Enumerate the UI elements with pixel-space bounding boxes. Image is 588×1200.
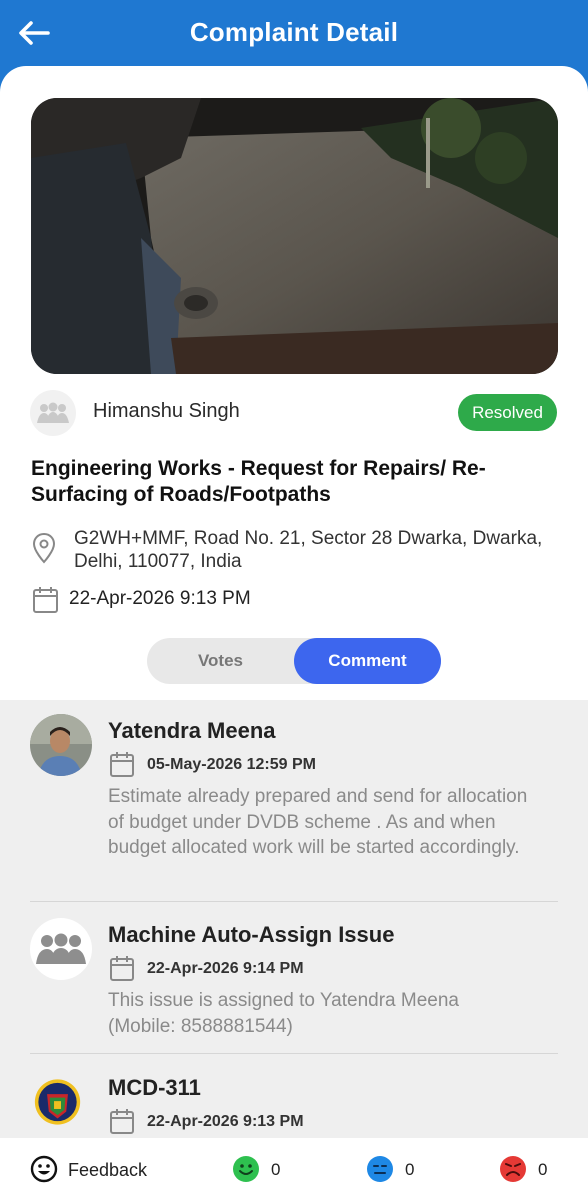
tab-votes[interactable]: Votes: [147, 638, 294, 684]
complaint-category-title: Engineering Works - Request for Repairs/…: [31, 457, 486, 506]
calendar-icon: [110, 956, 134, 981]
reporter-name: Himanshu Singh: [93, 400, 240, 422]
comment-date: 22-Apr-2026 9:13 PM: [147, 1113, 304, 1130]
calendar-icon: [110, 752, 134, 777]
sad-count: 0: [538, 1160, 548, 1179]
comment-text: This issue is assigned to Yatendra Meena…: [108, 990, 459, 1037]
calendar-icon: [110, 1109, 134, 1134]
status-badge: Resolved: [458, 394, 557, 431]
user-avatar-photo: [30, 714, 92, 776]
happy-face-icon[interactable]: [232, 1155, 260, 1183]
comment-divider: [30, 1053, 558, 1054]
comment-item: MCD-311 22-Apr-2026 9:13 PM: [30, 1071, 560, 1138]
group-avatar: [30, 918, 92, 980]
comment-date: 22-Apr-2026 9:14 PM: [147, 960, 304, 977]
comment-text: Estimate already prepared and send for a…: [108, 786, 528, 858]
location-pin-icon: [32, 532, 56, 564]
comment-author: MCD-311: [108, 1075, 201, 1100]
complaint-date: 22-Apr-2026 9:13 PM: [69, 588, 251, 609]
comment-date: 05-May-2026 12:59 PM: [147, 756, 316, 773]
comment-item: Yatendra Meena 05-May-2026 12:59 PM Esti…: [30, 714, 560, 894]
votes-comment-toggle: Votes Comment: [147, 638, 441, 684]
group-avatar-icon: [37, 402, 69, 423]
feedback-bar: Feedback 0 0 0: [0, 1138, 588, 1200]
neutral-count: 0: [405, 1160, 415, 1179]
calendar-icon: [33, 587, 58, 613]
tab-comment[interactable]: Comment: [294, 638, 441, 684]
comment-author: Yatendra Meena: [108, 718, 276, 743]
group-avatar-icon: [36, 933, 86, 964]
reporter-avatar: [30, 390, 76, 436]
comment-item: Machine Auto-Assign Issue 22-Apr-2026 9:…: [30, 918, 560, 1043]
comment-author: Machine Auto-Assign Issue: [108, 922, 395, 947]
complaint-photo[interactable]: [31, 98, 558, 374]
smiley-feedback-icon[interactable]: [30, 1155, 58, 1183]
feedback-label[interactable]: Feedback: [68, 1160, 147, 1181]
happy-count: 0: [271, 1160, 281, 1179]
neutral-face-icon[interactable]: [366, 1155, 394, 1183]
sad-face-icon[interactable]: [499, 1155, 527, 1183]
comment-divider: [30, 901, 558, 902]
mcd-emblem-logo: [34, 1079, 81, 1125]
complaint-address: G2WH+MMF, Road No. 21, Sector 28 Dwarka,…: [74, 528, 543, 572]
page-title: Complaint Detail: [189, 17, 399, 47]
